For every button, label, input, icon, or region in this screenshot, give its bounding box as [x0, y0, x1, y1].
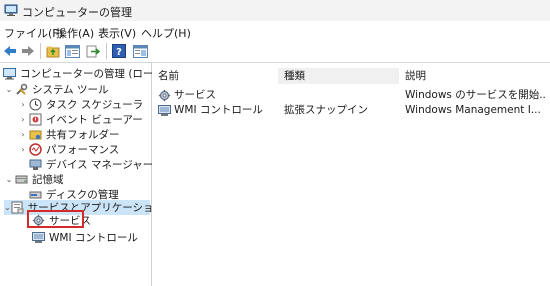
- row-name-text: WMI コントロール: [174, 104, 263, 116]
- wmi-control-icon: [158, 105, 171, 116]
- table-row[interactable]: WMI コントロール 拡張スナップイン Windows Management I…: [152, 103, 550, 118]
- column-header-name[interactable]: 名前: [152, 68, 278, 84]
- row-type-cell: 拡張スナップイン: [284, 104, 368, 116]
- chevron-down-icon[interactable]: ⌄: [4, 203, 11, 212]
- device-manager-icon: [28, 158, 42, 171]
- title-bar: コンピューターの管理: [0, 0, 550, 21]
- tree-item-performance[interactable]: › パフォーマンス: [18, 142, 119, 157]
- column-header-description[interactable]: 説明: [399, 68, 550, 84]
- export-list-icon[interactable]: [85, 43, 101, 59]
- chevron-down-icon[interactable]: ⌄: [4, 175, 14, 184]
- tree-item-event-viewer[interactable]: › イベント ビューアー: [18, 112, 143, 127]
- chevron-right-icon[interactable]: ›: [18, 145, 28, 154]
- show-hide-tree-icon[interactable]: [64, 43, 80, 59]
- menu-action[interactable]: 操作(A): [56, 25, 94, 41]
- computer-management-icon: [4, 4, 18, 16]
- services-applications-icon: [11, 201, 24, 214]
- chevron-right-icon[interactable]: ›: [18, 130, 28, 139]
- computer-management-icon: [2, 67, 16, 80]
- menu-file[interactable]: ファイル(F): [4, 25, 63, 41]
- tree-item-storage[interactable]: ⌄ 記憶域: [4, 172, 64, 187]
- services-gear-icon: [158, 89, 171, 102]
- tools-icon: [14, 83, 28, 96]
- highlight-box: [27, 210, 84, 228]
- chevron-right-icon[interactable]: ›: [18, 115, 28, 124]
- clock-icon: [28, 98, 42, 111]
- chevron-down-icon[interactable]: ⌄: [4, 85, 14, 94]
- column-header-type[interactable]: 種類: [278, 68, 399, 84]
- toolbar-separator: [106, 43, 107, 59]
- tree-item-wmi-control[interactable]: WMI コントロール: [31, 230, 138, 245]
- row-description-cell: Windows Management I...: [405, 104, 541, 116]
- row-description-cell: Windows のサービスを開始...: [405, 89, 547, 101]
- toolbar: ?: [0, 40, 550, 63]
- wmi-control-icon: [31, 231, 45, 244]
- svg-text:?: ?: [116, 47, 122, 58]
- row-name-text: サービス: [174, 89, 216, 101]
- back-arrow-icon[interactable]: [2, 43, 18, 59]
- performance-icon: [28, 143, 42, 156]
- menu-bar: ファイル(F) 操作(A) 表示(V) ヘルプ(H): [0, 22, 550, 40]
- table-row[interactable]: サービス Windows のサービスを開始...: [152, 88, 550, 103]
- window-title: コンピューターの管理: [22, 6, 132, 19]
- menu-view[interactable]: 表示(V): [98, 25, 136, 41]
- tree-item-shared-folders[interactable]: › 共有フォルダー: [18, 127, 119, 142]
- help-icon[interactable]: ?: [111, 43, 127, 59]
- shared-folder-icon: [28, 128, 42, 141]
- properties-icon[interactable]: [132, 43, 148, 59]
- row-name-cell: サービス: [158, 88, 278, 103]
- tree-item-device-manager[interactable]: デバイス マネージャー: [28, 157, 153, 172]
- storage-icon: [14, 173, 28, 186]
- menu-help[interactable]: ヘルプ(H): [141, 25, 191, 41]
- results-pane: 名前 種類 説明 サービス Windows のサービスを開始... WMI コン…: [152, 63, 550, 286]
- chevron-right-icon[interactable]: ›: [18, 100, 28, 109]
- toolbar-separator: [40, 43, 41, 59]
- tree-item-system-tools[interactable]: ⌄ システム ツール: [4, 82, 109, 97]
- event-viewer-icon: [28, 113, 42, 126]
- tree-item-task-scheduler[interactable]: › タスク スケジューラ: [18, 97, 143, 112]
- forward-arrow-icon[interactable]: [20, 43, 36, 59]
- up-folder-icon[interactable]: [45, 43, 61, 59]
- row-name-cell: WMI コントロール: [158, 103, 278, 118]
